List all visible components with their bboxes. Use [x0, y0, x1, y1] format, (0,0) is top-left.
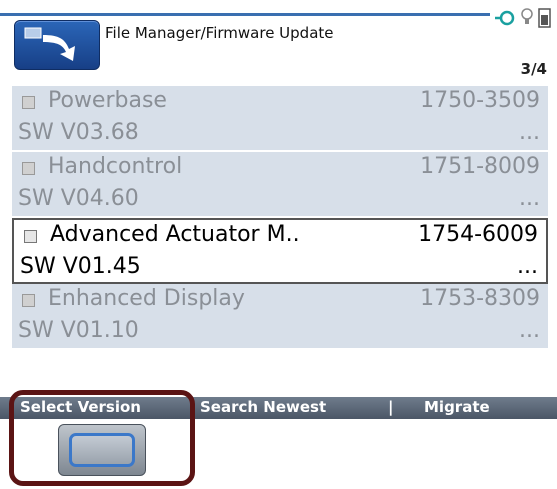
status-icons [495, 6, 555, 32]
item-more: ... [519, 318, 540, 343]
item-part-number: 1750-3509 [420, 88, 540, 113]
hardware-softkey-button[interactable] [58, 424, 146, 476]
softkey-separator: | [388, 398, 394, 416]
header: File Manager/Firmware Update 3/4 [0, 0, 557, 88]
list-item-advanced-actuator[interactable]: Advanced Actuator M.. 1754-6009 SW V01.4… [12, 218, 548, 284]
page-counter: 3/4 [520, 60, 547, 78]
connection-icon [495, 10, 515, 26]
device-list: Powerbase 1750-3509 SW V03.68 ... Handco… [12, 86, 548, 350]
item-name: Enhanced Display [48, 286, 245, 311]
header-divider [0, 13, 490, 16]
item-version: SW V03.68 [18, 120, 139, 145]
item-name: Powerbase [48, 88, 167, 113]
page-title: File Manager/Firmware Update [105, 24, 334, 42]
item-part-number: 1751-8009 [420, 154, 540, 179]
search-newest-softkey[interactable]: Search Newest [200, 398, 326, 416]
item-version: SW V01.10 [18, 318, 139, 343]
battery-icon [538, 8, 551, 28]
bulb-icon [521, 8, 533, 24]
checkbox[interactable] [24, 230, 37, 243]
checkbox[interactable] [22, 294, 35, 307]
list-item-handcontrol[interactable]: Handcontrol 1751-8009 SW V04.60 ... [12, 152, 548, 218]
item-part-number: 1753-8309 [420, 286, 540, 311]
checkbox[interactable] [22, 96, 35, 109]
button-face [69, 433, 135, 467]
list-item-enhanced-display[interactable]: Enhanced Display 1753-8309 SW V01.10 ... [12, 284, 548, 350]
firmware-update-screen: File Manager/Firmware Update 3/4 Powerba… [0, 0, 557, 489]
item-more: ... [517, 254, 538, 279]
list-item-powerbase[interactable]: Powerbase 1750-3509 SW V03.68 ... [12, 86, 548, 152]
item-more: ... [519, 186, 540, 211]
checkbox[interactable] [22, 162, 35, 175]
firmware-update-icon [14, 20, 100, 70]
item-name: Advanced Actuator M.. [50, 222, 300, 247]
item-part-number: 1754-6009 [418, 222, 538, 247]
item-version: SW V04.60 [18, 186, 139, 211]
item-more: ... [519, 120, 540, 145]
item-name: Handcontrol [48, 154, 183, 179]
item-version: SW V01.45 [20, 254, 141, 279]
migrate-softkey[interactable]: Migrate [424, 398, 490, 416]
